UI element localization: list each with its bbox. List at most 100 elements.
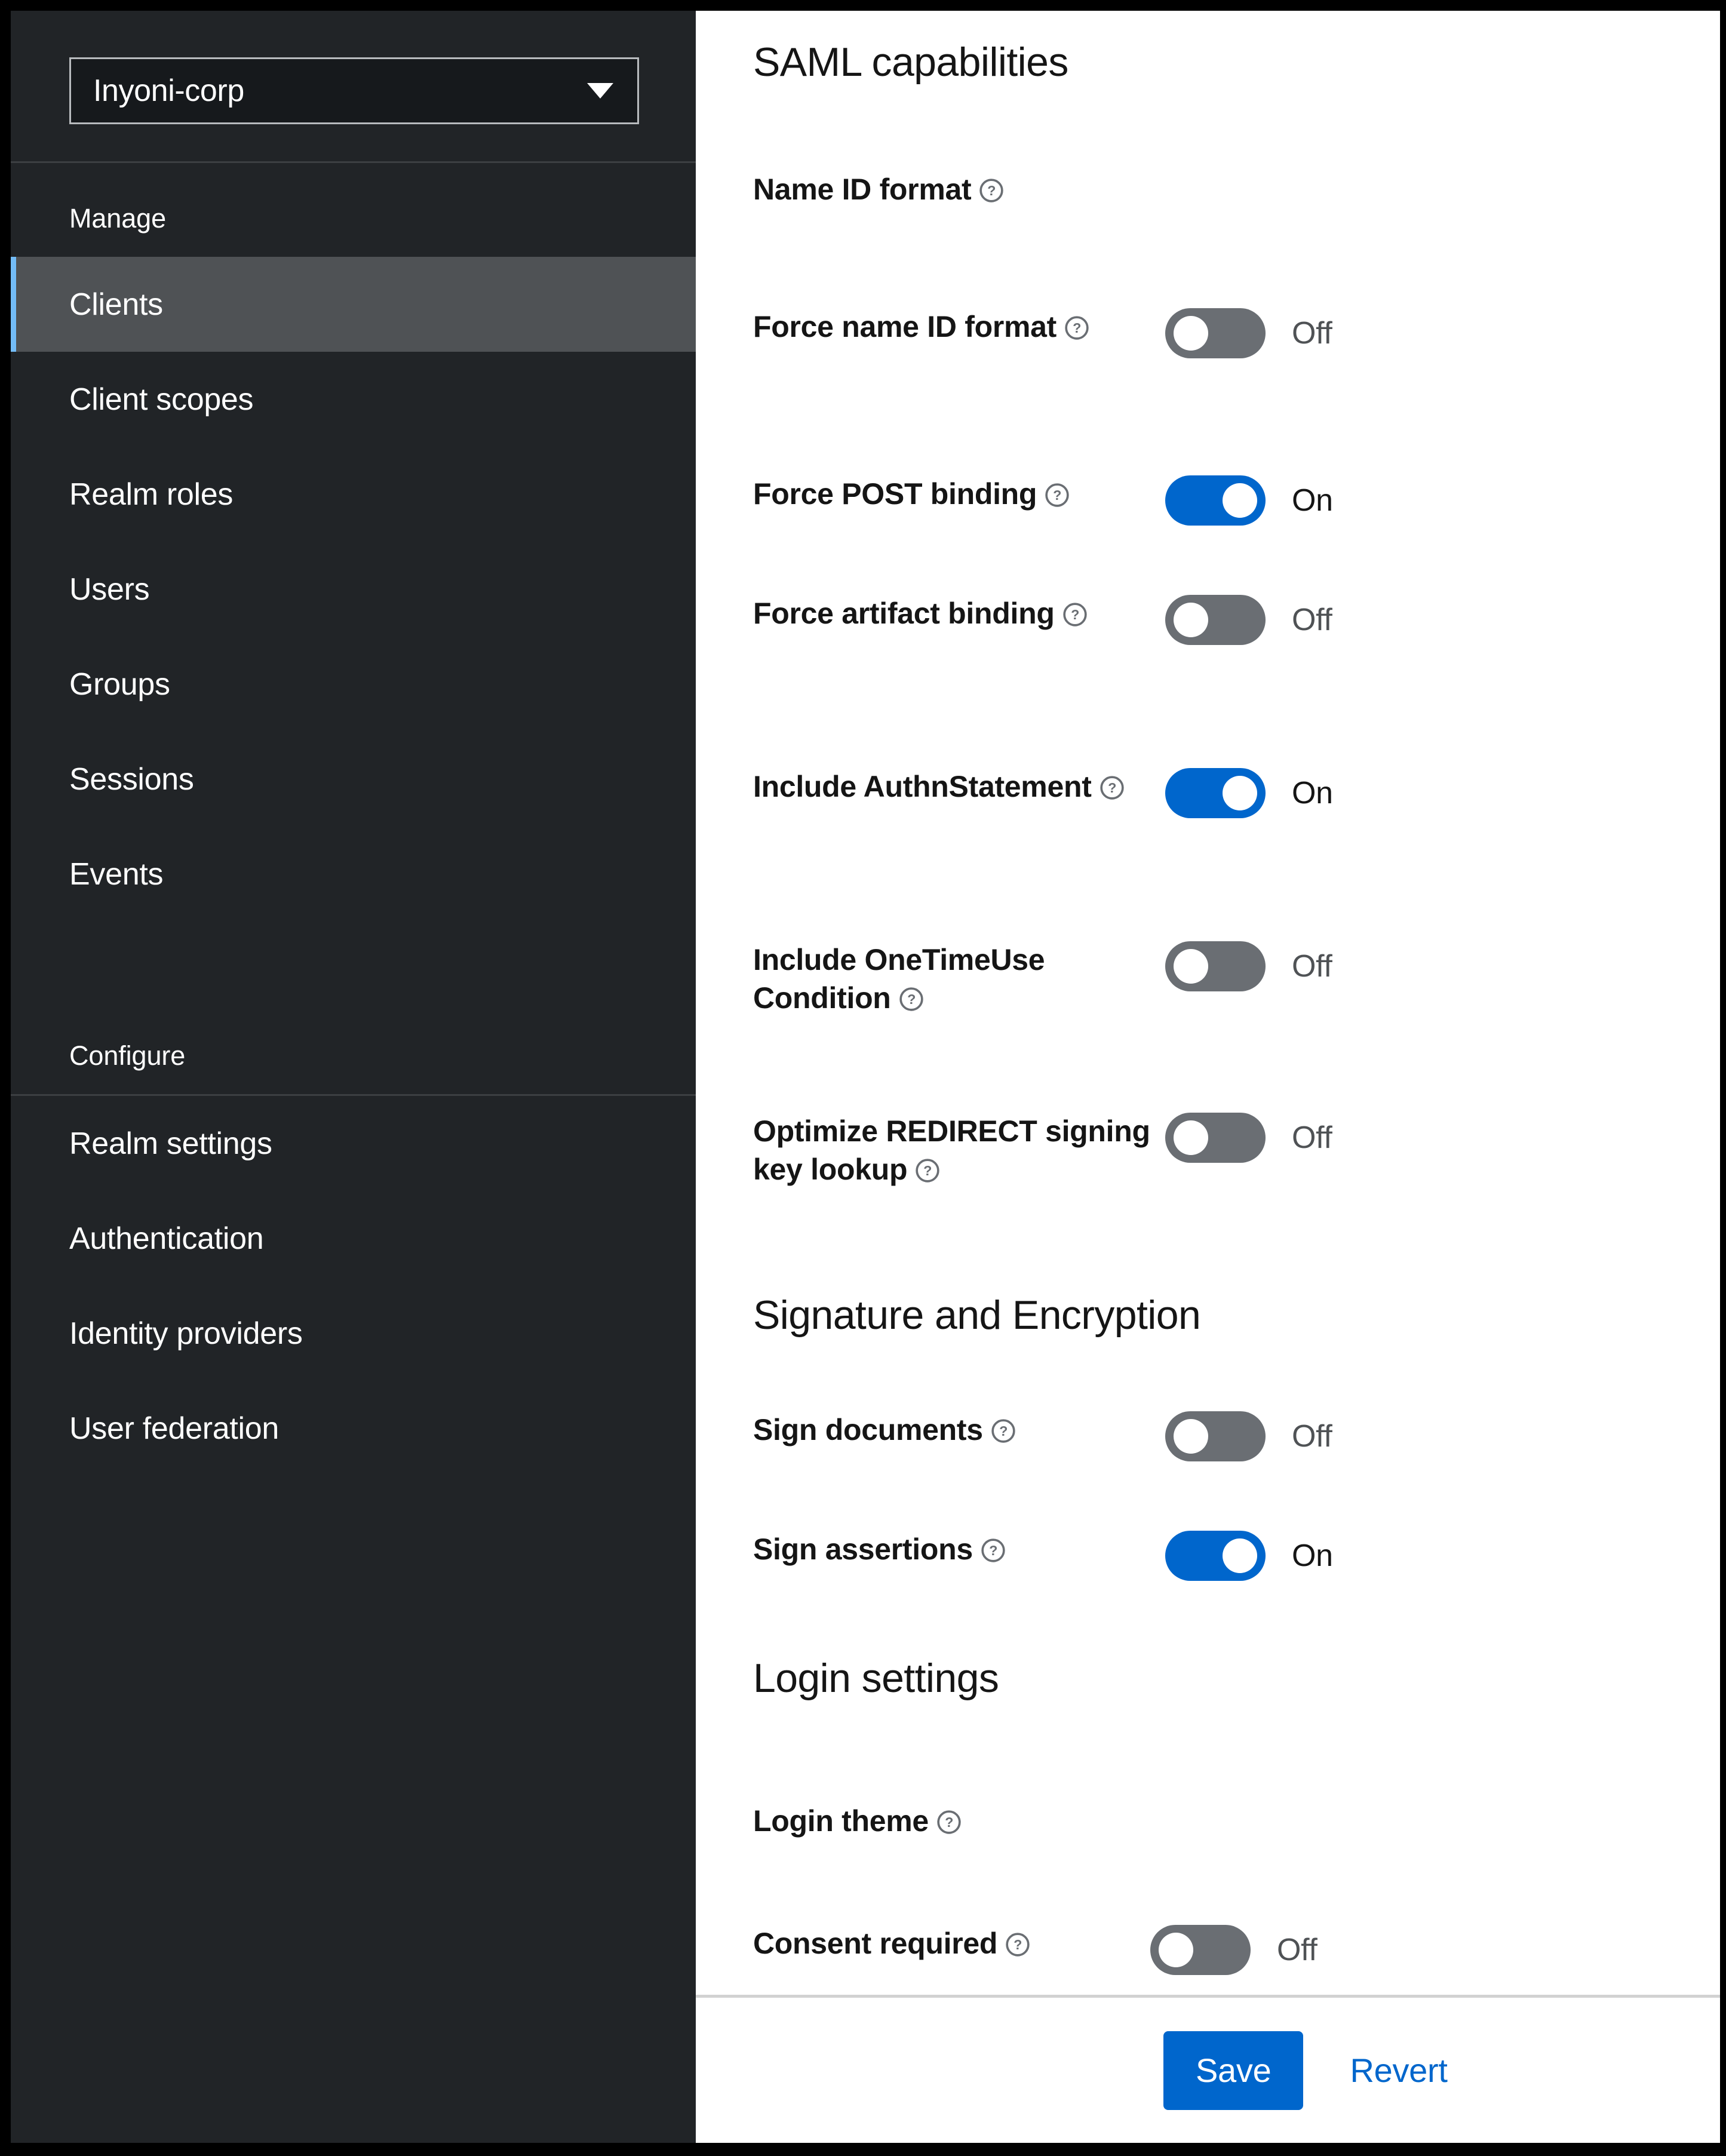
toggle-wrap-sign-documents: Off [1165,1411,1332,1461]
toggle-wrap-optimize-redirect-signing-key-lookup: Off [1165,1113,1332,1163]
realm-selector-container: Inyoni-corp [11,11,696,161]
svg-text:?: ? [1053,487,1061,503]
toggle-knob [1174,1419,1208,1454]
svg-text:?: ? [988,183,996,198]
field-label-force-artifact-binding: Force artifact binding? [753,595,1165,633]
toggle-sign-documents[interactable] [1165,1411,1266,1461]
realm-selector[interactable]: Inyoni-corp [69,57,639,124]
sidebar-item-clients[interactable]: Clients [11,257,696,352]
toggle-consent-required[interactable] [1150,1925,1251,1975]
sidebar-item-sessions[interactable]: Sessions [11,732,696,827]
help-circle-icon[interactable]: ? [1100,775,1125,800]
help-circle-icon[interactable]: ? [1062,602,1088,627]
screenshot-frame: Inyoni-corp Manage Clients Client scopes… [0,0,1726,2156]
toggle-force-artifact-binding[interactable] [1165,595,1266,645]
sidebar: Inyoni-corp Manage Clients Client scopes… [11,11,696,2143]
field-row-include-authn-statement: Include AuthnStatement? On [753,768,1720,818]
sidebar-item-label: User federation [69,1411,279,1446]
field-row-optimize-redirect-signing-key-lookup: Optimize REDIRECT signing key lookup? Of… [753,1113,1332,1188]
toggle-knob [1223,1538,1257,1573]
field-label-sign-assertions: Sign assertions? [753,1531,1165,1569]
save-button[interactable]: Save [1163,2031,1303,2110]
help-circle-icon[interactable]: ? [899,987,924,1012]
toggle-state-optimize-redirect-signing-key-lookup: Off [1292,1122,1332,1153]
field-row-sign-assertions: Sign assertions? On [753,1531,1333,1581]
help-circle-icon[interactable]: ? [979,178,1004,203]
toggle-state-force-name-id-format: Off [1292,318,1332,349]
help-circle-icon[interactable]: ? [915,1158,940,1183]
sidebar-item-label: Realm roles [69,477,233,512]
field-label-consent-required: Consent required? [753,1925,1150,1963]
toggle-force-name-id-format[interactable] [1165,308,1266,358]
toggle-optimize-redirect-signing-key-lookup[interactable] [1165,1113,1266,1163]
field-label-include-onetimeuse-condition: Include OneTimeUse Condition? [753,941,1165,1017]
toggle-wrap-force-name-id-format: Off [1165,308,1332,358]
sidebar-item-users[interactable]: Users [11,542,696,637]
svg-text:?: ? [999,1423,1008,1439]
toggle-wrap-force-artifact-binding: Off [1165,595,1332,645]
toggle-knob [1223,776,1257,810]
field-label-force-name-id-format: Force name ID format? [753,308,1165,346]
toggle-include-onetimeuse-condition[interactable] [1165,941,1266,991]
toggle-knob [1223,483,1257,518]
sidebar-item-label: Groups [69,667,170,702]
toggle-sign-assertions[interactable] [1165,1531,1266,1581]
sidebar-item-client-scopes[interactable]: Client scopes [11,352,696,447]
chevron-down-icon [587,83,613,99]
field-label-login-theme: Login theme? [753,1802,1165,1841]
sidebar-item-realm-settings[interactable]: Realm settings [11,1096,696,1191]
toggle-force-post-binding[interactable] [1165,475,1266,526]
sidebar-item-groups[interactable]: Groups [11,637,696,732]
help-circle-icon[interactable]: ? [981,1538,1006,1563]
form-action-bar: Save Revert [696,1995,1720,2143]
sidebar-item-authentication[interactable]: Authentication [11,1191,696,1286]
keycloak-admin-console: Inyoni-corp Manage Clients Client scopes… [11,11,1720,2143]
sidebar-item-label: Identity providers [69,1316,303,1352]
toggle-include-authn-statement[interactable] [1165,768,1266,818]
sidebar-spacer [11,922,696,1000]
sidebar-item-user-federation[interactable]: User federation [11,1381,696,1476]
svg-text:?: ? [1071,607,1079,622]
toggle-state-sign-assertions: On [1292,1540,1333,1571]
section-heading-saml-capabilities: SAML capabilities [753,42,1068,82]
sidebar-item-events[interactable]: Events [11,827,696,922]
svg-text:?: ? [1014,1937,1022,1952]
sidebar-item-label: Authentication [69,1221,263,1257]
field-label-sign-documents: Sign documents? [753,1411,1165,1449]
field-row-force-artifact-binding: Force artifact binding? Off [753,595,1332,645]
toggle-knob [1174,316,1208,351]
field-row-include-onetimeuse-condition: Include OneTimeUse Condition? Off [753,941,1332,1017]
section-heading-signature-encryption: Signature and Encryption [753,1295,1200,1335]
toggle-state-force-post-binding: On [1292,485,1333,516]
toggle-state-include-authn-statement: On [1292,778,1333,809]
field-row-login-theme: Login theme? [753,1802,1165,1841]
svg-text:?: ? [1073,320,1081,336]
help-circle-icon[interactable]: ? [1064,315,1089,340]
revert-button[interactable]: Revert [1350,2051,1447,2090]
sidebar-item-label: Client scopes [69,382,253,417]
help-circle-icon[interactable]: ? [991,1418,1016,1444]
help-circle-icon[interactable]: ? [936,1810,962,1835]
field-row-force-post-binding: Force POST binding? On [753,475,1333,526]
sidebar-item-label: Realm settings [69,1126,272,1162]
toggle-wrap-include-authn-statement: On [1165,768,1333,818]
toggle-knob [1159,1933,1193,1967]
toggle-state-consent-required: Off [1277,1934,1317,1965]
toggle-wrap-include-onetimeuse-condition: Off [1165,941,1332,991]
section-heading-login-settings: Login settings [753,1658,999,1699]
toggle-state-sign-documents: Off [1292,1421,1332,1452]
sidebar-item-realm-roles[interactable]: Realm roles [11,447,696,542]
help-circle-icon[interactable]: ? [1045,483,1070,508]
field-label-name-id-format: Name ID format? [753,171,1165,209]
field-row-consent-required: Consent required? Off [753,1925,1317,1975]
field-row-force-name-id-format: Force name ID format? Off [753,308,1332,358]
sidebar-group-label-configure: Configure [11,1000,696,1094]
help-circle-icon[interactable]: ? [1005,1932,1030,1957]
svg-text:?: ? [989,1543,997,1558]
main-content: SAML capabilities Name ID format? email … [696,11,1720,2143]
sidebar-item-identity-providers[interactable]: Identity providers [11,1286,696,1381]
toggle-wrap-sign-assertions: On [1165,1531,1333,1581]
svg-text:?: ? [1108,780,1116,796]
sidebar-item-label: Clients [69,287,163,323]
toggle-wrap-force-post-binding: On [1165,475,1333,526]
